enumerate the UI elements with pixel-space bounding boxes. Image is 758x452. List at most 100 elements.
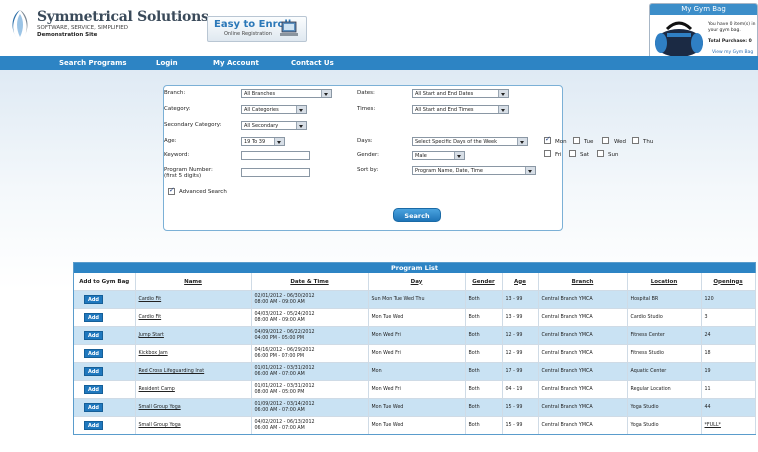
program-number-input[interactable] [241,168,310,177]
branch-select[interactable]: All Branches [241,89,332,98]
nav-search-programs[interactable]: Search Programs [59,56,127,70]
day-checkbox-mon[interactable] [544,135,551,144]
day-checkbox-sat[interactable] [569,150,576,157]
chevron-down-icon [498,90,508,97]
program-name-link[interactable]: Resident Camp [139,387,175,392]
chevron-down-icon [517,138,527,145]
nav-my-account[interactable]: My Account [213,56,259,70]
keyword-input[interactable] [241,151,310,160]
keyword-label: Keyword: [164,152,190,158]
table-row: Add Cardio Fit 02/01/2012 - 06/30/2012 08:0… [74,290,756,309]
chevron-down-icon [498,106,508,113]
program-name-link[interactable]: Small Group Yoga [139,423,181,428]
times-select[interactable]: All Start and End Times [412,105,509,114]
program-time: 06:00 AM - 07:00 AM [254,371,305,377]
add-to-gym-bag-button[interactable]: Add [84,403,103,412]
program-number-hint: (first 5 digits) [164,173,202,179]
program-location: Aquatic Center [627,362,702,381]
day-label-thu: Thu [643,139,654,145]
program-branch: Central Branch YMCA [538,380,628,399]
col-header-location[interactable]: Location [627,273,702,291]
program-gender: Both [465,308,503,327]
program-name-link[interactable]: Red Cross Lifeguarding Inst [139,369,205,374]
program-gender: Both [465,380,503,399]
program-dates: 04/09/2012 - 06/22/2012 [254,329,315,335]
add-to-gym-bag-button[interactable]: Add [84,367,103,376]
day-checkbox-sun[interactable] [597,150,604,157]
easy-enroll-banner[interactable]: Easy to Enroll Online Registration [207,16,307,42]
nav-login[interactable]: Login [156,56,178,70]
program-day: Mon Wed Fri [368,380,466,399]
col-header-name[interactable]: Name [135,273,252,291]
table-row: Add Small Group Yoga 01/09/2012 - 03/14/20… [74,398,756,417]
chevron-down-icon [321,90,331,97]
program-name-link[interactable]: Small Group Yoga [139,405,181,410]
advanced-search-checkbox[interactable] [168,186,175,195]
category-select[interactable]: All Categories [241,105,307,114]
program-day: Mon [368,362,466,381]
program-name-link[interactable]: Cardio Fit [139,297,162,302]
col-header-date-time[interactable]: Date & Time [251,273,369,291]
search-button[interactable]: Search [393,208,441,222]
program-branch: Central Branch YMCA [538,326,628,345]
program-branch: Central Branch YMCA [538,416,628,434]
secondary-category-select[interactable]: All Secondary [241,121,307,130]
col-header-day[interactable]: Day [368,273,466,291]
add-to-gym-bag-button[interactable]: Add [84,385,103,394]
program-gender: Both [465,344,503,363]
program-day: Mon Wed Fri [368,344,466,363]
program-gender: Both [465,326,503,345]
gym-bag-title: My Gym Bag [650,4,757,15]
program-dates: 01/01/2012 - 03/31/2012 [254,365,315,371]
col-header-age[interactable]: Age [502,273,539,291]
chevron-down-icon [274,138,284,145]
days-select[interactable]: Select Specific Days of the Week [412,137,528,146]
col-header-gender[interactable]: Gender [465,273,503,291]
program-name-link[interactable]: Cardio Fit [139,315,162,320]
nav-contact-us[interactable]: Contact Us [291,56,334,70]
site-name: Demonstration Site [37,32,98,38]
sort-label: Sort by: [357,167,379,173]
add-to-gym-bag-button[interactable]: Add [84,331,103,340]
program-gender: Both [465,362,503,381]
table-row: Add Resident Camp 01/01/2012 - 03/31/2012 0… [74,380,756,399]
add-to-gym-bag-button[interactable]: Add [84,313,103,322]
enroll-subtitle: Online Registration [224,31,272,37]
gym-bag-status: You have 0 item(s) in your gym bag. [708,22,756,33]
program-location: Yoga Studio [627,416,702,434]
col-header-openings[interactable]: Openings [701,273,756,291]
col-header-branch[interactable]: Branch [538,273,628,291]
program-location: Regular Location [627,380,702,399]
program-branch: Central Branch YMCA [538,362,628,381]
brand-tagline: SOFTWARE, SERVICE, SIMPLIFIED [37,25,128,31]
dates-select[interactable]: All Start and End Dates [412,89,509,98]
day-checkbox-fri[interactable] [544,150,551,157]
age-select[interactable]: 19 To 39 [241,137,285,146]
program-branch: Central Branch YMCA [538,308,628,327]
program-openings: 18 [704,350,711,356]
program-name-link[interactable]: Jump Start [139,333,164,338]
day-label-sat: Sat [580,152,590,158]
program-openings: 19 [704,368,711,374]
program-dates: 01/09/2012 - 03/14/2012 [254,401,315,407]
program-dates: 02/01/2012 - 06/30/2012 [254,293,315,299]
add-to-gym-bag-button[interactable]: Add [84,295,103,304]
day-checkbox-wed[interactable] [602,137,609,144]
program-gender: Both [465,416,503,434]
add-to-gym-bag-button[interactable]: Add [84,349,103,358]
program-openings: 44 [704,404,711,410]
program-time: 08:00 AM - 05:00 PM [254,389,305,395]
table-row: Add Small Group Yoga 04/02/2012 - 06/13/20… [74,416,756,434]
program-branch: Central Branch YMCA [538,344,628,363]
computer-icon [280,21,298,36]
view-gym-bag-link[interactable]: View my Gym Bag [712,50,753,55]
program-time: 06:00 PM - 07:00 PM [254,353,305,359]
program-location: Hospital BR [627,290,702,309]
program-openings: 24 [704,332,711,338]
gender-select[interactable]: Male [412,151,465,160]
day-checkbox-tue[interactable] [573,137,580,144]
add-to-gym-bag-button[interactable]: Add [84,421,103,430]
sort-select[interactable]: Program Name, Date, Time [412,166,536,175]
day-checkbox-thu[interactable] [632,137,639,144]
program-name-link[interactable]: Kickbox Jam [139,351,168,356]
